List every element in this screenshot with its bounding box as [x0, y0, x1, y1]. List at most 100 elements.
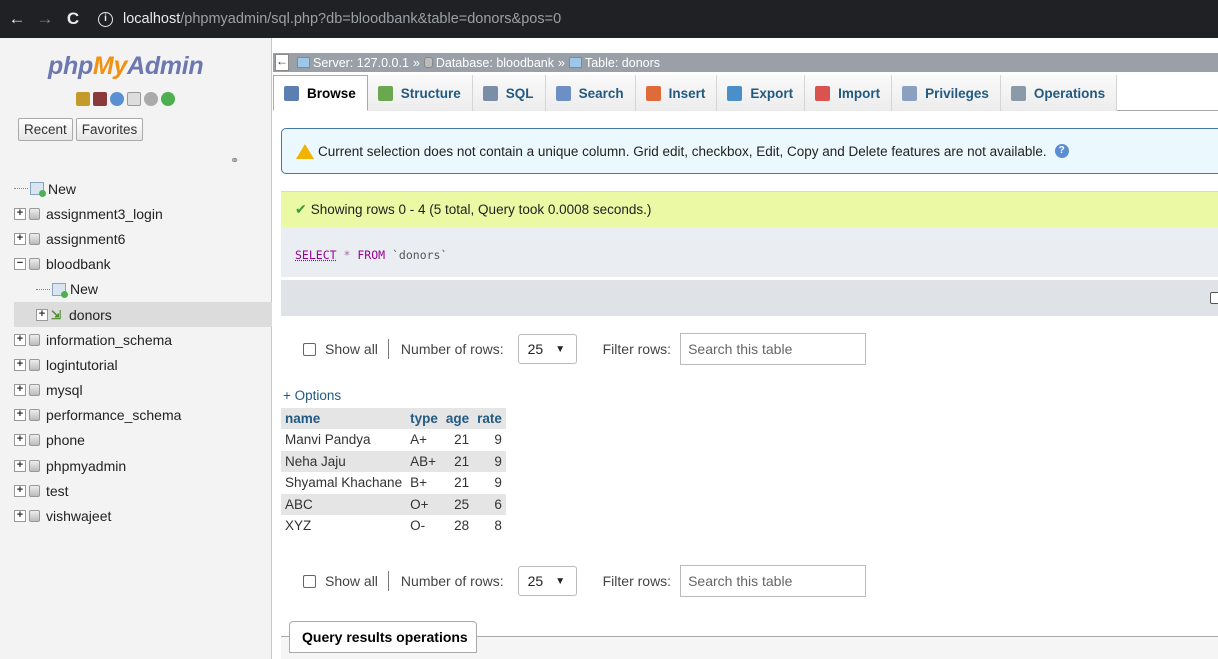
favorites-tab[interactable]: Favorites: [75, 118, 144, 141]
tab-browse[interactable]: Browse: [273, 75, 368, 111]
address-bar[interactable]: i localhost/phpmyadmin/sql.php?db=bloodb…: [98, 11, 561, 27]
structure-icon: [377, 85, 393, 101]
expand-icon[interactable]: +: [14, 384, 26, 397]
column-header-rate[interactable]: rate: [473, 408, 506, 429]
link-icon[interactable]: ⚭: [230, 154, 239, 167]
collapse-sidebar-button[interactable]: ←: [275, 54, 289, 71]
tab-search[interactable]: Search: [545, 75, 636, 111]
expand-icon[interactable]: +: [36, 308, 48, 321]
breadcrumb-table[interactable]: Table: donors: [585, 56, 660, 70]
help-icon[interactable]: [110, 92, 124, 106]
table-row[interactable]: ABC O+ 25 6: [281, 493, 506, 515]
column-header-age[interactable]: age: [441, 408, 474, 429]
table-row[interactable]: XYZ O- 28 8: [281, 515, 506, 537]
show-all-checkbox[interactable]: [303, 342, 316, 356]
tree-item-label: assignment3_login: [46, 205, 163, 222]
tree-item-logintutorial[interactable]: + logintutorial: [14, 352, 272, 377]
expand-icon[interactable]: +: [14, 358, 26, 371]
table-cell: 9: [494, 432, 502, 448]
settings-icon[interactable]: [144, 92, 158, 106]
tree-item-phone[interactable]: + phone: [14, 428, 272, 453]
tree-item-assignment6[interactable]: + assignment6: [14, 226, 272, 251]
database-icon: [29, 358, 40, 371]
show-all-label: Show all: [325, 341, 378, 357]
success-text: Showing rows 0 - 4 (5 total, Query took …: [310, 202, 652, 217]
expand-icon[interactable]: +: [14, 484, 26, 497]
show-all-label: Show all: [325, 573, 378, 589]
back-icon[interactable]: ←: [6, 9, 28, 29]
recent-favorites-tabs: Recent Favorites: [18, 118, 144, 141]
table-cell: 9: [494, 475, 502, 491]
tree-item-test[interactable]: + test: [14, 478, 272, 503]
database-icon: [29, 258, 40, 271]
server-icon: [297, 57, 310, 68]
sql-select-keyword[interactable]: SELECT: [295, 248, 337, 262]
profiling-checkbox[interactable]: [1210, 292, 1218, 304]
tab-insert[interactable]: Insert: [635, 75, 718, 111]
table-row[interactable]: Neha Jaju AB+ 21 9: [281, 450, 506, 472]
database-icon: [29, 409, 40, 422]
expand-icon[interactable]: +: [14, 434, 26, 447]
rows-select[interactable]: 25 ▼: [517, 334, 577, 364]
home-icon[interactable]: [76, 92, 90, 106]
tab-label: SQL: [505, 85, 534, 101]
expand-icon[interactable]: +: [14, 232, 26, 245]
query-results-operations-tab[interactable]: Query results operations: [289, 621, 477, 653]
breadcrumb: ← Server: 127.0.0.1 » Database: bloodban…: [273, 53, 1218, 72]
tree-item-bloodbank[interactable]: − bloodbank: [14, 252, 272, 277]
expand-icon[interactable]: +: [14, 459, 26, 472]
table-cell: Neha Jaju: [281, 450, 407, 472]
warning-icon: [296, 143, 314, 159]
table-cell: AB+: [406, 450, 442, 472]
breadcrumb-database[interactable]: Database: bloodbank: [436, 56, 554, 70]
tab-import[interactable]: Import: [805, 75, 893, 111]
recent-tab[interactable]: Recent: [18, 118, 73, 141]
tree-item-assignment3-login[interactable]: + assignment3_login: [14, 201, 272, 226]
tab-sql[interactable]: SQL: [472, 75, 546, 111]
collapse-icon[interactable]: −: [14, 258, 26, 271]
tree-item-information-schema[interactable]: + information_schema: [14, 327, 272, 352]
docs-icon[interactable]: [127, 92, 141, 106]
divider: [387, 339, 389, 359]
help-icon[interactable]: ?: [1054, 144, 1069, 158]
tree-item-new[interactable]: New: [14, 277, 272, 302]
table-row[interactable]: Shyamal Khachane B+ 21 9: [281, 472, 506, 494]
quick-icons: [76, 92, 175, 106]
phpmyadmin-logo[interactable]: phpMyAdmin: [48, 52, 204, 81]
breadcrumb-server[interactable]: Server: 127.0.0.1: [313, 56, 409, 70]
table-cell: O-: [410, 518, 426, 534]
tree-item-donors[interactable]: + ⇲ donors: [14, 301, 272, 328]
expand-icon[interactable]: +: [14, 207, 26, 220]
tree-item-label: logintutorial: [46, 356, 118, 373]
tree-item-mysql[interactable]: + mysql: [14, 378, 272, 403]
tree-item-new[interactable]: New: [14, 176, 272, 201]
expand-icon[interactable]: +: [14, 333, 26, 346]
expand-icon[interactable]: +: [14, 510, 26, 523]
column-header-name[interactable]: name: [281, 408, 407, 429]
options-link[interactable]: + Options: [283, 388, 341, 403]
expand-icon[interactable]: +: [14, 409, 26, 422]
tree-item-phpmyadmin[interactable]: + phpmyadmin: [14, 453, 272, 478]
tab-operations[interactable]: Operations: [1000, 75, 1118, 111]
tree-item-vishwajeet[interactable]: + vishwajeet: [14, 503, 272, 528]
filter-rows-input[interactable]: Search this table: [680, 565, 867, 597]
sql-icon: [482, 85, 498, 101]
rows-select[interactable]: 25 ▼: [517, 566, 577, 596]
table-cell: 21: [441, 450, 474, 472]
table-cell: B+: [410, 475, 427, 491]
logout-icon[interactable]: [93, 92, 107, 106]
tree-item-label: New: [70, 281, 99, 298]
tab-privileges[interactable]: Privileges: [892, 75, 1001, 111]
tree-item-performance-schema[interactable]: + performance_schema: [14, 403, 272, 428]
refresh-icon[interactable]: [161, 92, 175, 106]
column-header-type[interactable]: type: [406, 408, 442, 429]
site-info-icon[interactable]: i: [98, 11, 113, 27]
filter-rows-input[interactable]: Search this table: [680, 333, 867, 365]
tree-item-label: phone: [46, 432, 85, 449]
tab-export[interactable]: Export: [717, 75, 806, 111]
tab-structure[interactable]: Structure: [367, 75, 473, 111]
table-row[interactable]: Manvi Pandya A+ 21 9: [281, 429, 506, 451]
show-all-checkbox[interactable]: [303, 574, 316, 588]
reload-icon[interactable]: C: [62, 9, 84, 29]
forward-icon[interactable]: →: [34, 9, 56, 29]
